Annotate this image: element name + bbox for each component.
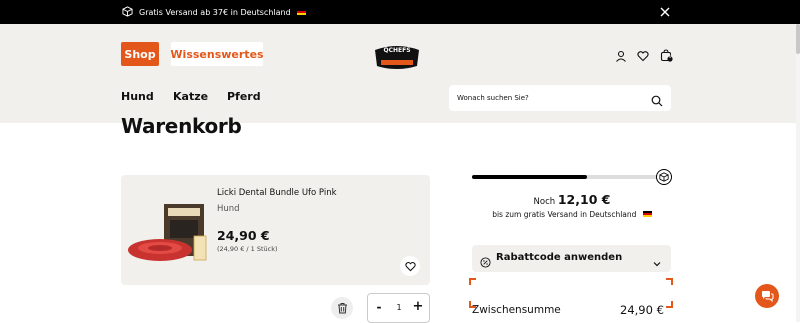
logo[interactable]: QCHEFS — [373, 42, 421, 72]
scrollbar[interactable] — [796, 24, 800, 322]
quantity-value[interactable]: 1 — [392, 303, 406, 312]
nav-pferd[interactable]: Pferd — [227, 90, 261, 103]
search-box — [449, 85, 671, 111]
chat-icon — [761, 287, 774, 306]
wishlist-button[interactable] — [400, 256, 420, 276]
product-category: Hund — [217, 204, 240, 214]
subtotal-label: Zwischensumme — [472, 304, 561, 316]
quantity-increase-button[interactable]: + — [412, 299, 424, 314]
heart-icon[interactable] — [637, 47, 649, 62]
chevron-down-icon — [652, 254, 662, 267]
quantity-stepper: - 1 + — [367, 293, 430, 323]
page-title: Warenkorb — [121, 114, 242, 138]
nav-hund[interactable]: Hund — [121, 90, 154, 103]
product-name[interactable]: Licki Dental Bundle Ufo Pink — [217, 188, 337, 198]
focus-bracket-bottom-right — [666, 301, 673, 308]
shipping-progress-bar — [472, 175, 663, 179]
close-icon[interactable] — [658, 5, 672, 19]
search-input[interactable] — [449, 85, 639, 111]
box-icon — [122, 5, 133, 19]
shipping-progress-fill — [472, 175, 587, 179]
focus-bracket-top-left — [469, 278, 476, 285]
focus-bracket-top-right — [666, 278, 673, 285]
germany-flag-icon — [296, 9, 306, 15]
heart-icon — [404, 257, 416, 276]
nav-katze[interactable]: Katze — [173, 90, 208, 103]
site-header — [0, 24, 796, 123]
coupon-label: Rabattcode anwenden — [496, 252, 623, 263]
announcement-text: Gratis Versand ab 37€ in Deutschland — [139, 7, 291, 17]
search-icon[interactable] — [651, 92, 663, 107]
product-price: 24,90 € — [217, 228, 270, 243]
shipping-prefix: Noch — [533, 197, 556, 207]
shop-button[interactable]: Shop — [121, 42, 159, 66]
product-image[interactable] — [128, 200, 214, 270]
logo-text: QCHEFS — [383, 47, 411, 54]
announcement-message: Gratis Versand ab 37€ in Deutschland — [122, 0, 306, 24]
quantity-decrease-button[interactable]: - — [374, 300, 384, 314]
subtotal-value: 24,90 € — [620, 303, 664, 317]
box-icon — [656, 169, 672, 185]
shipping-note: bis zum gratis Versand in Deutschland — [472, 210, 672, 219]
shipping-remaining: Noch 12,10 € — [472, 192, 672, 207]
remove-item-button[interactable] — [331, 297, 353, 319]
trash-icon — [337, 299, 348, 318]
cart-icon[interactable]: 1 — [660, 47, 673, 62]
scrollbar-thumb[interactable] — [796, 24, 800, 54]
discount-icon — [480, 253, 491, 268]
coupon-toggle[interactable]: Rabattcode anwenden — [472, 245, 671, 272]
product-unit-price: (24,90 € / 1 Stück) — [217, 245, 278, 253]
germany-flag-icon — [642, 211, 652, 217]
chat-button[interactable] — [755, 284, 779, 308]
announcement-bar: Gratis Versand ab 37€ in Deutschland — [0, 0, 800, 24]
wissenswertes-button[interactable]: Wissenswertes — [170, 42, 264, 66]
user-icon[interactable] — [615, 47, 627, 62]
cart-count: 1 — [668, 54, 672, 59]
shipping-suffix: bis zum gratis Versand in Deutschland — [492, 210, 637, 219]
shipping-remaining-amount: 12,10 € — [557, 192, 611, 207]
